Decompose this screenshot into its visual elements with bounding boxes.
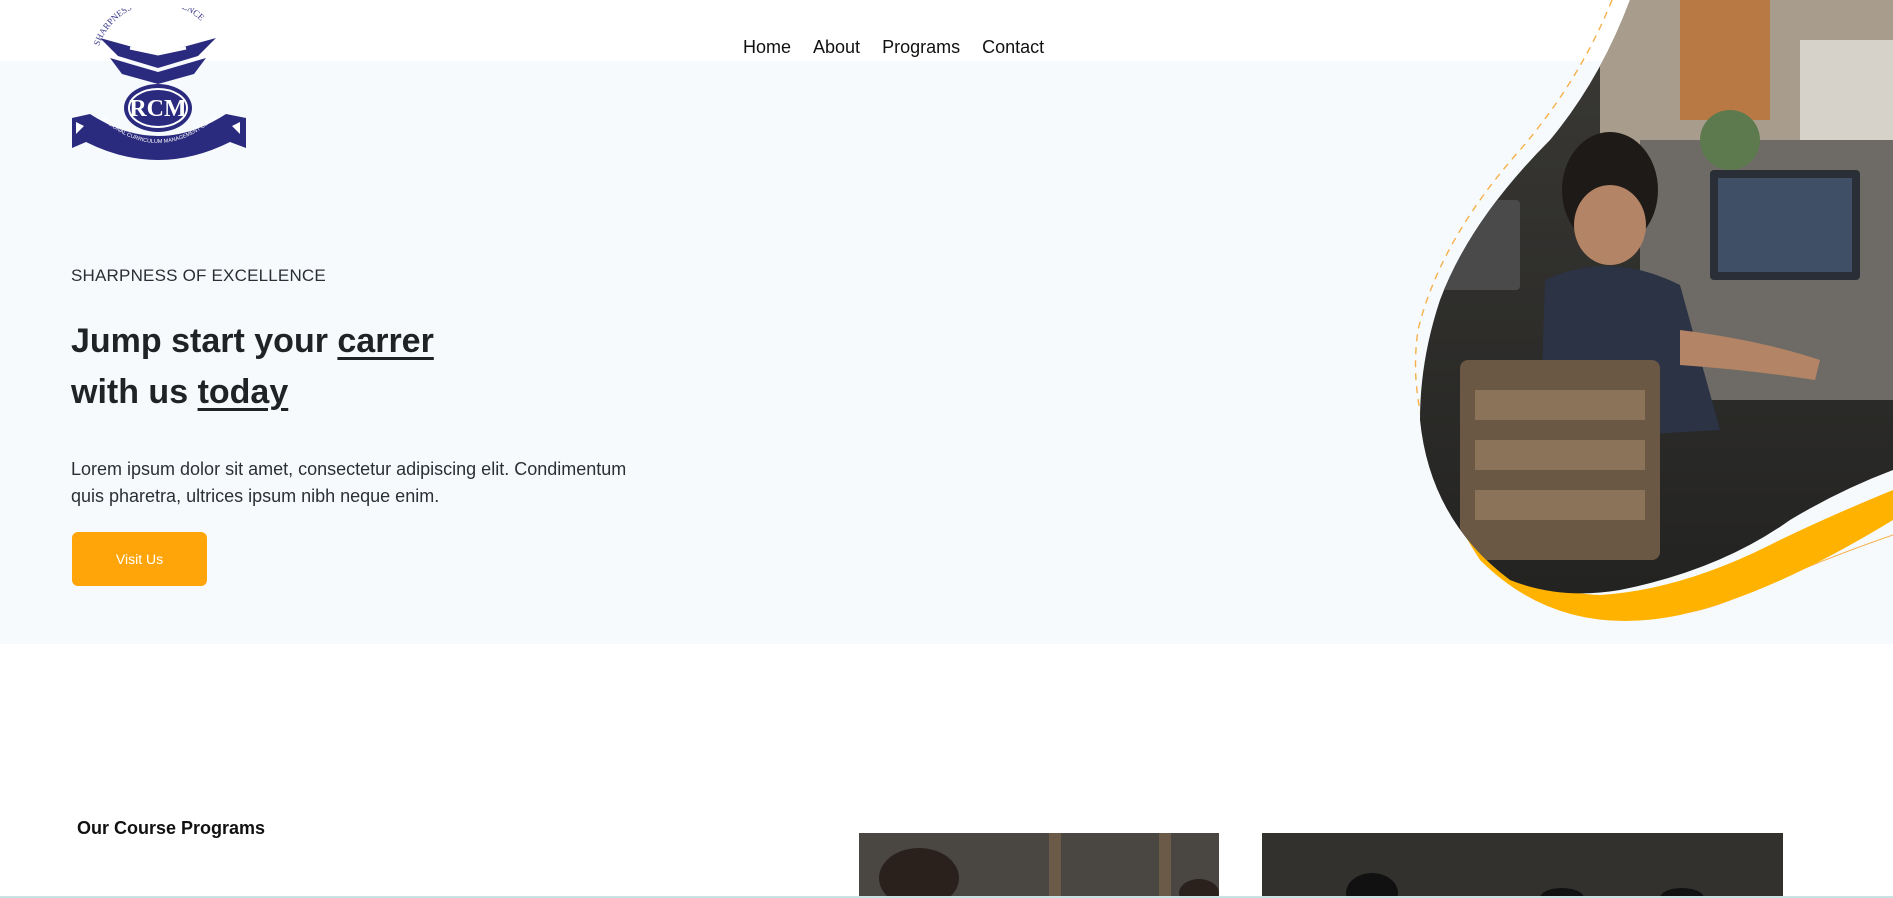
main-nav: Home About Programs Contact	[743, 34, 1044, 60]
nav-programs-link[interactable]: Programs	[882, 34, 960, 60]
program-photo-2	[1262, 833, 1783, 898]
hero-photo	[1414, 0, 1893, 621]
logo-text: RCM	[129, 96, 186, 122]
program-card-image-2[interactable]	[1262, 833, 1783, 898]
nav-contact-link[interactable]: Contact	[982, 34, 1044, 60]
hero-lead-paragraph: Lorem ipsum dolor sit amet, consectetur …	[71, 459, 627, 506]
nav-about-link[interactable]: About	[813, 34, 860, 60]
nav-home-link[interactable]: Home	[743, 34, 791, 60]
headline-underlined-1: carrer	[337, 322, 434, 360]
headline-underlined-2: today	[197, 373, 289, 411]
rcm-logo[interactable]: SHARPNESS OF EXCELLENCE RCM REGIONAL CUR…	[70, 8, 246, 160]
hero-headline: Jump start your carrer with us today	[71, 316, 434, 418]
program-card-image-1[interactable]	[859, 833, 1219, 898]
headline-text-1: Jump start your	[71, 322, 338, 360]
program-photo-1	[859, 833, 1219, 898]
visit-us-button[interactable]: Visit Us	[72, 532, 207, 586]
headline-text-2: with us	[71, 373, 198, 411]
hero-tagline: SHARPNESS OF EXCELLENCE	[71, 266, 326, 285]
programs-section-title: Our Course Programs	[77, 818, 266, 838]
